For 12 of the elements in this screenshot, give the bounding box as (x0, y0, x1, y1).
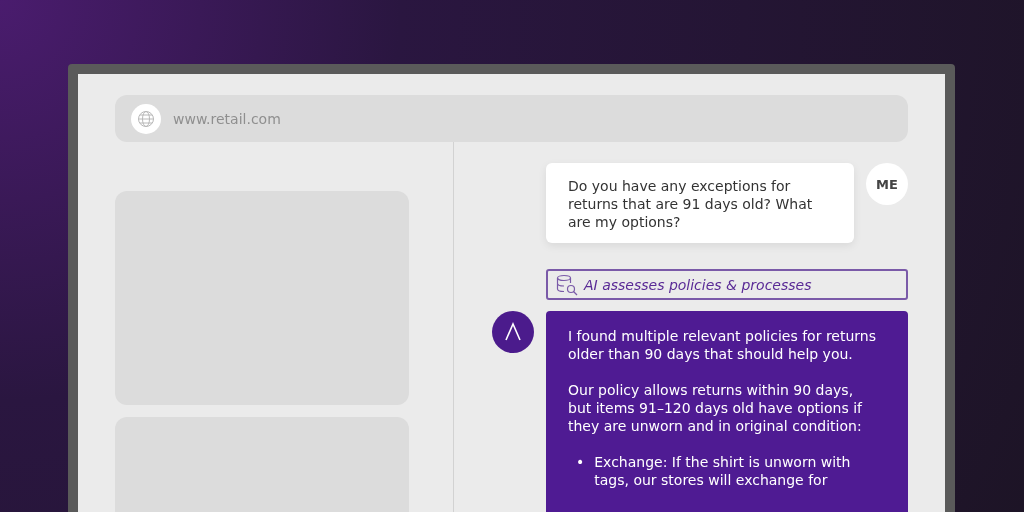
globe-icon (131, 103, 161, 134)
bullet-marker: • (576, 453, 585, 472)
assistant-avatar (492, 311, 534, 353)
address-bar[interactable]: www.retail.com (115, 95, 908, 142)
database-search-icon (556, 273, 578, 296)
status-text: AI assesses policies & processes (584, 276, 812, 293)
message-text: Do you have any exceptions for returns that are 91 days old? What are my options? (568, 177, 814, 231)
message-text: I found multiple relevant policies for returns older than 90 days that should help you. (568, 327, 877, 363)
url-text: www.retail.com (173, 110, 281, 127)
user-avatar: ME (866, 163, 908, 205)
message-text: Our policy allows returns within 90 days, but items 91–120 days old have options if they are unworn and in original condition: (568, 381, 864, 435)
bullet-text: Exchange: If the shirt is unworn with tags, our stores will exchange for (594, 453, 852, 489)
